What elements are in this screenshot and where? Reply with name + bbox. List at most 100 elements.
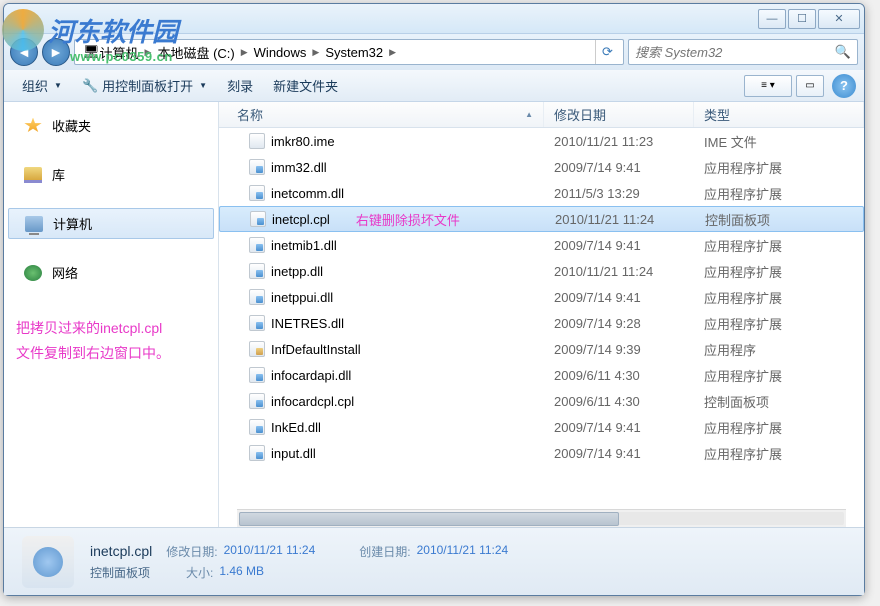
table-row[interactable]: InfDefaultInstall2009/7/14 9:39应用程序 — [219, 336, 864, 362]
file-icon — [250, 211, 266, 227]
file-icon — [249, 237, 265, 253]
table-row[interactable]: infocardcpl.cpl2009/6/11 4:30控制面板项 — [219, 388, 864, 414]
view-mode-button[interactable]: ≡ ▾ — [744, 75, 792, 97]
file-date: 2011/5/3 13:29 — [544, 186, 694, 201]
file-date: 2009/7/14 9:41 — [544, 420, 694, 435]
table-row[interactable]: INETRES.dll 2009/7/14 9:28应用程序扩展 — [219, 310, 864, 336]
file-type: 应用程序扩展 — [694, 418, 864, 437]
file-date: 2009/7/14 9:41 — [544, 238, 694, 253]
table-row[interactable]: inetmib1.dll 2009/7/14 9:41应用程序扩展 — [219, 232, 864, 258]
file-type: IME 文件 — [694, 132, 864, 151]
file-name: INETRES.dll — [271, 316, 344, 331]
details-filename: inetcpl.cpl — [90, 543, 152, 559]
table-row[interactable]: inetcomm.dll2011/5/3 13:29应用程序扩展 — [219, 180, 864, 206]
file-icon — [249, 159, 265, 175]
file-name: inetppui.dll — [271, 290, 333, 305]
file-list-pane: 名称▲ 修改日期 类型 imkr80.ime 2010/11/21 11:23IM… — [219, 102, 864, 527]
explorer-window: — ☐ ✕ ◄ ◄ 🖥 计算机▶ 本地磁盘 (C:)▶ Windows▶ Sys… — [3, 3, 865, 596]
new-folder-button[interactable]: 新建文件夹 — [263, 72, 348, 99]
breadcrumb-drive[interactable]: 本地磁盘 (C:) — [153, 43, 238, 62]
horizontal-scrollbar[interactable] — [237, 509, 846, 527]
close-button[interactable]: ✕ — [818, 9, 860, 29]
file-type: 应用程序扩展 — [694, 444, 864, 463]
network-icon — [24, 265, 42, 281]
arrow-left-icon: ◄ — [17, 44, 31, 60]
column-name[interactable]: 名称▲ — [219, 102, 544, 127]
search-icon: 🔍 — [835, 44, 851, 60]
file-icon — [249, 367, 265, 383]
table-row[interactable]: inetcpl.cpl右键删除损坏文件2010/11/21 11:24控制面板项 — [219, 206, 864, 232]
file-icon — [249, 393, 265, 409]
column-date[interactable]: 修改日期 — [544, 102, 694, 127]
search-box[interactable]: 🔍 — [628, 39, 858, 65]
file-type: 控制面板项 — [695, 210, 863, 229]
file-type: 应用程序扩展 — [694, 366, 864, 385]
table-row[interactable]: imkr80.ime 2010/11/21 11:23IME 文件 — [219, 128, 864, 154]
help-button[interactable]: ? — [832, 74, 856, 98]
file-name: inetpp.dll — [271, 264, 323, 279]
content-area: 收藏夹 库 计算机 网络 把拷贝过来的inetcpl.cpl 文件复制到右边窗口… — [4, 102, 864, 527]
sidebar-item-network[interactable]: 网络 — [4, 257, 218, 288]
titlebar: — ☐ ✕ — [4, 4, 864, 34]
file-date: 2009/6/11 4:30 — [544, 368, 694, 383]
column-type[interactable]: 类型 — [694, 102, 864, 127]
file-name: infocardapi.dll — [271, 368, 351, 383]
instruction-annotation: 把拷贝过来的inetcpl.cpl 文件复制到右边窗口中。 — [4, 306, 218, 376]
organize-button[interactable]: 组织▼ — [12, 72, 72, 99]
maximize-button[interactable]: ☐ — [788, 9, 816, 29]
file-name: imm32.dll — [271, 160, 327, 175]
preview-pane-button[interactable]: ▭ — [796, 75, 824, 97]
table-row[interactable]: input.dll2009/7/14 9:41应用程序扩展 — [219, 440, 864, 466]
file-name: input.dll — [271, 446, 316, 461]
breadcrumb[interactable]: 🖥 计算机▶ 本地磁盘 (C:)▶ Windows▶ System32▶ ⟳ — [74, 39, 624, 65]
file-date: 2010/11/21 11:23 — [544, 134, 694, 149]
table-row[interactable]: infocardapi.dll 2009/6/11 4:30应用程序扩展 — [219, 362, 864, 388]
sidebar-item-computer[interactable]: 计算机 — [8, 208, 214, 239]
breadcrumb-windows[interactable]: Windows — [250, 45, 311, 60]
file-type: 应用程序扩展 — [694, 314, 864, 333]
breadcrumb-system32[interactable]: System32 — [321, 45, 387, 60]
file-date: 2010/11/21 11:24 — [545, 212, 695, 227]
details-type: 控制面板项 — [90, 564, 150, 581]
details-pane: inetcpl.cpl 修改日期: 2010/11/21 11:24 创建日期:… — [4, 527, 864, 595]
file-date: 2009/7/14 9:28 — [544, 316, 694, 331]
back-button[interactable]: ◄ — [10, 38, 38, 66]
sidebar-item-favorites[interactable]: 收藏夹 — [4, 110, 218, 141]
file-type: 应用程序扩展 — [694, 288, 864, 307]
file-type: 应用程序扩展 — [694, 184, 864, 203]
file-date: 2009/7/14 9:39 — [544, 342, 694, 357]
file-list[interactable]: imkr80.ime 2010/11/21 11:23IME 文件 imm32.dl… — [219, 128, 864, 509]
address-bar: ◄ ◄ 🖥 计算机▶ 本地磁盘 (C:)▶ Windows▶ System32▶… — [4, 34, 864, 70]
file-icon — [249, 419, 265, 435]
refresh-button[interactable]: ⟳ — [595, 40, 619, 64]
navigation-sidebar: 收藏夹 库 计算机 网络 把拷贝过来的inetcpl.cpl 文件复制到右边窗口… — [4, 102, 219, 527]
table-row[interactable]: inetpp.dll 2010/11/21 11:24应用程序扩展 — [219, 258, 864, 284]
file-type: 应用程序扩展 — [694, 262, 864, 281]
sidebar-item-libraries[interactable]: 库 — [4, 159, 218, 190]
file-name: imkr80.ime — [271, 134, 335, 149]
file-type: 应用程序扩展 — [694, 158, 864, 177]
computer-icon — [25, 216, 43, 232]
file-date: 2010/11/21 11:24 — [544, 264, 694, 279]
file-date: 2009/7/14 9:41 — [544, 160, 694, 175]
file-icon — [249, 263, 265, 279]
file-icon — [249, 133, 265, 149]
file-type: 应用程序 — [694, 340, 864, 359]
search-input[interactable] — [635, 45, 835, 60]
minimize-button[interactable]: — — [758, 9, 786, 29]
open-with-button[interactable]: 🔧 用控制面板打开▼ — [72, 72, 217, 99]
file-name: inetmib1.dll — [271, 238, 337, 253]
forward-button[interactable]: ◄ — [42, 38, 70, 66]
column-headers: 名称▲ 修改日期 类型 — [219, 102, 864, 128]
burn-button[interactable]: 刻录 — [217, 72, 263, 99]
breadcrumb-computer[interactable]: 🖥 计算机 — [79, 43, 143, 62]
file-name: infocardcpl.cpl — [271, 394, 354, 409]
file-name: InkEd.dll — [271, 420, 321, 435]
table-row[interactable]: inetppui.dll2009/7/14 9:41应用程序扩展 — [219, 284, 864, 310]
file-type-icon — [22, 536, 74, 588]
file-type: 应用程序扩展 — [694, 236, 864, 255]
row-annotation: 右键删除损坏文件 — [356, 210, 460, 229]
file-icon — [249, 445, 265, 461]
table-row[interactable]: InkEd.dll 2009/7/14 9:41应用程序扩展 — [219, 414, 864, 440]
table-row[interactable]: imm32.dll 2009/7/14 9:41应用程序扩展 — [219, 154, 864, 180]
